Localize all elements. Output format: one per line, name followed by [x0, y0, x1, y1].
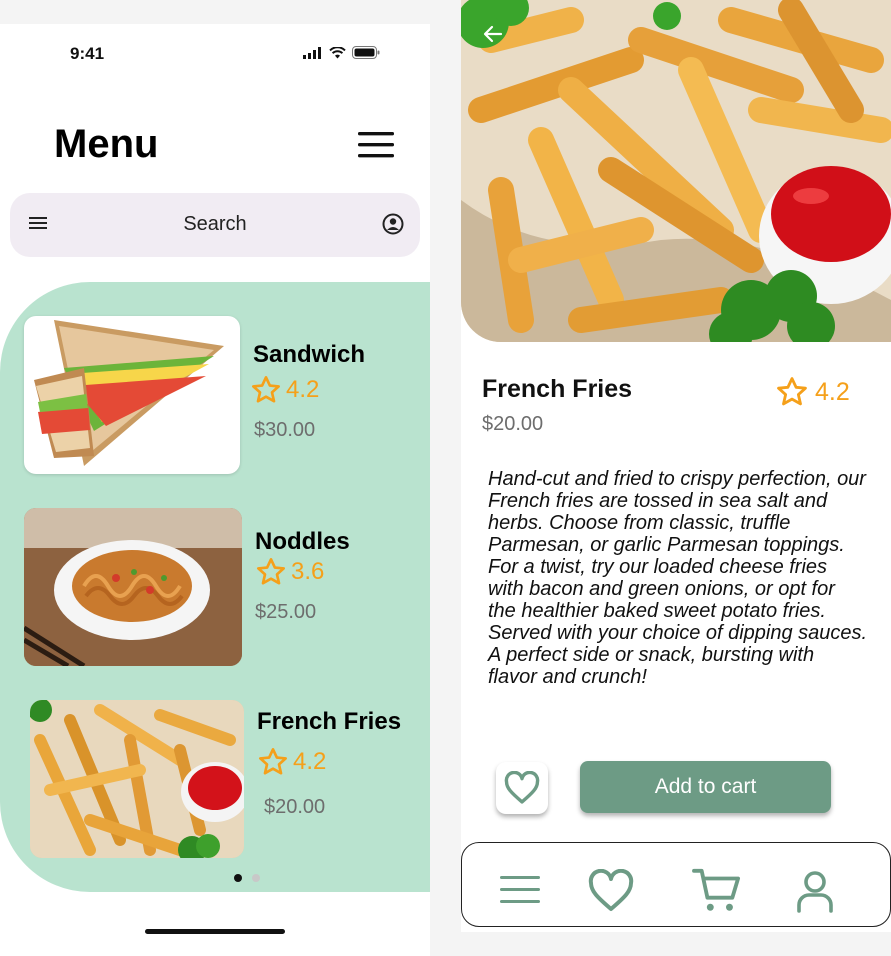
star-icon	[257, 558, 285, 585]
menu-icon[interactable]	[499, 873, 541, 907]
add-to-cart-button[interactable]: Add to cart	[580, 761, 831, 813]
item-price: $25.00	[255, 601, 317, 623]
detail-description: Hand-cut and fried to crispy perfection,…	[488, 468, 868, 688]
wifi-icon	[329, 46, 346, 58]
page-dot-2[interactable]	[252, 874, 260, 882]
rating-value: 4.2	[815, 377, 850, 406]
item-price: $20.00	[264, 796, 326, 818]
heart-icon	[504, 771, 540, 804]
item-price: $30.00	[254, 419, 316, 441]
battery-icon	[352, 46, 380, 59]
star-icon	[259, 748, 287, 775]
detail-rating: 4.2	[775, 375, 850, 409]
detail-price: $20.00	[482, 413, 544, 435]
sandwich-image	[24, 316, 240, 474]
search-input[interactable]: Search	[10, 213, 420, 236]
back-arrow-icon[interactable]	[483, 24, 503, 44]
page-dot-1[interactable]	[234, 874, 242, 882]
rating-value: 4.2	[293, 748, 327, 775]
page-title: Menu	[54, 122, 159, 166]
bottom-nav	[461, 842, 891, 927]
star-icon	[777, 377, 807, 406]
cart-icon[interactable]	[692, 867, 742, 913]
favorite-button[interactable]	[496, 762, 548, 814]
heart-icon[interactable]	[586, 869, 636, 913]
item-name: Noddles	[255, 528, 350, 555]
noddles-image	[24, 508, 242, 666]
item-rating: 4.2	[250, 374, 319, 406]
rating-value: 4.2	[286, 376, 320, 403]
item-name: French Fries	[257, 708, 402, 735]
search-bar[interactable]: Search	[10, 193, 420, 257]
hamburger-menu-icon[interactable]	[358, 132, 394, 158]
signal-icon	[303, 46, 321, 59]
status-icons	[303, 46, 380, 59]
item-rating: 4.2	[257, 746, 326, 778]
page-indicator[interactable]	[234, 874, 260, 882]
item-name: Sandwich	[253, 341, 366, 368]
status-time: 9:41	[70, 44, 105, 63]
rating-value: 3.6	[291, 558, 325, 585]
detail-screen: French Fries 4.2 $20.00 Hand-cut and fri…	[461, 0, 891, 932]
menu-screen: 9:41 Menu Search Sandwich 4.2 $30.00 Nod…	[0, 24, 430, 956]
fries-hero-image	[461, 0, 891, 342]
item-rating: 3.6	[255, 556, 324, 588]
star-icon	[252, 376, 280, 403]
profile-icon[interactable]	[795, 869, 835, 913]
home-indicator[interactable]	[145, 929, 285, 934]
account-icon[interactable]	[382, 213, 404, 235]
menu-items-panel: Sandwich 4.2 $30.00 Noddles 3.6 $25.00 F…	[0, 282, 430, 892]
fries-thumb-image	[30, 700, 244, 858]
detail-title: French Fries	[482, 375, 633, 403]
